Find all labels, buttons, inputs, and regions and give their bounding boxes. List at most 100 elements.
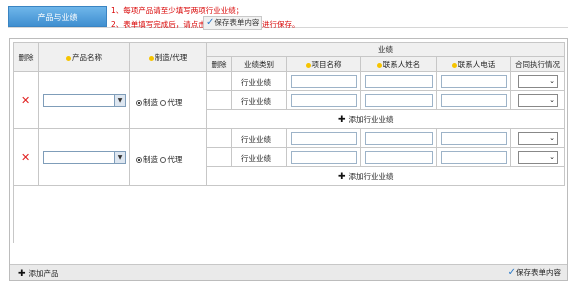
- chevron-down-icon: ▼: [114, 95, 125, 106]
- delete-product-icon[interactable]: ✕: [21, 94, 30, 107]
- project-name-cell: [287, 72, 361, 91]
- contact-phone-cell: [437, 91, 511, 110]
- radio-agent[interactable]: [160, 157, 167, 163]
- header-delete-label: 删除: [18, 53, 34, 62]
- project-name-input[interactable]: [291, 132, 357, 145]
- contract-status-select[interactable]: ⌄: [518, 94, 558, 107]
- project-name-cell: [287, 148, 361, 167]
- plus-icon: ✚: [18, 269, 26, 279]
- radio-mfg[interactable]: [136, 157, 142, 163]
- radio-mfg-label: 制造: [143, 98, 158, 107]
- chevron-down-icon: ▼: [114, 152, 125, 163]
- radio-mfg[interactable]: [136, 100, 142, 106]
- product-name-select[interactable]: ▼: [43, 151, 126, 164]
- contract-status-select[interactable]: ⌄: [518, 132, 558, 145]
- contact-name-cell: [361, 129, 437, 148]
- contact-phone-cell: [437, 72, 511, 91]
- chevron-down-icon: ⌄: [549, 77, 555, 85]
- contact-phone-input[interactable]: [441, 94, 507, 107]
- bulb-icon: [305, 62, 311, 68]
- check-icon: ✓: [507, 267, 516, 278]
- contact-name-input[interactable]: [365, 75, 433, 88]
- contact-name-input[interactable]: [365, 132, 433, 145]
- radio-agent[interactable]: [160, 100, 167, 106]
- panel-footer: ✚ 添加产品 ✓保存表单内容: [10, 264, 567, 280]
- radio-agent-label: 代理: [167, 155, 183, 164]
- chevron-down-icon: ⌄: [549, 153, 555, 161]
- product-name-cell: ▼: [39, 129, 130, 186]
- add-product-button[interactable]: ✚ 添加产品: [18, 268, 59, 279]
- mfg-agent-cell: 制造 代理: [130, 129, 207, 186]
- header-product-name-label: 产品名称: [72, 53, 102, 62]
- header-product-name: 产品名称: [39, 43, 130, 72]
- contract-status-select[interactable]: ⌄: [518, 75, 558, 88]
- plus-icon: ✚: [338, 172, 346, 182]
- project-name-input[interactable]: [291, 151, 357, 164]
- tip-save-label: 保存表单内容: [214, 18, 260, 27]
- header-contact-name-label: 联系人姓名: [382, 60, 421, 69]
- header-contact-phone: 联系人电话: [437, 57, 511, 72]
- bulb-icon: [66, 55, 71, 61]
- perf-category-cell: 行业业绩: [232, 148, 287, 167]
- contact-phone-input[interactable]: [441, 132, 507, 145]
- add-product-label: 添加产品: [28, 269, 59, 278]
- contact-name-cell: [361, 148, 437, 167]
- perf-delete-cell: [207, 91, 232, 110]
- header-delete: 删除: [14, 43, 39, 72]
- perf-category-cell: 行业业绩: [232, 72, 287, 91]
- tip-save-button[interactable]: ✓保存表单内容: [203, 16, 263, 30]
- contact-phone-cell: [437, 148, 511, 167]
- header-perf-delete-label: 删除: [211, 60, 227, 69]
- project-name-input[interactable]: [291, 94, 357, 107]
- project-name-input[interactable]: [291, 75, 357, 88]
- bulb-icon: [148, 55, 154, 61]
- product-row: ✕: [14, 72, 39, 129]
- perf-category-cell: 行业业绩: [232, 91, 287, 110]
- tip-line-1: 1、每项产品请至少填写两项行业业绩；: [111, 6, 244, 15]
- contract-status-cell: ⌄: [511, 129, 565, 148]
- save-form-button[interactable]: ✓保存表单内容: [508, 267, 561, 278]
- header-contact-name: 联系人姓名: [361, 57, 437, 72]
- contact-name-input[interactable]: [365, 94, 433, 107]
- radio-agent-label: 代理: [167, 98, 183, 107]
- add-performance-button[interactable]: ✚ 添加行业业绩: [338, 171, 394, 182]
- save-form-label: 保存表单内容: [516, 268, 561, 277]
- contract-status-select[interactable]: ⌄: [518, 151, 558, 164]
- perf-category: 行业业绩: [241, 78, 271, 87]
- mfg-agent-radios: 制造 代理: [136, 97, 182, 108]
- header-performance: 业绩: [207, 43, 565, 57]
- header-project-name-label: 项目名称: [311, 60, 342, 69]
- perf-category: 行业业绩: [241, 154, 271, 163]
- contact-name-input[interactable]: [365, 151, 433, 164]
- contact-phone-cell: [437, 129, 511, 148]
- tip-line-2-end: 进行保存。: [262, 20, 300, 29]
- delete-product-icon[interactable]: ✕: [21, 151, 30, 164]
- bulb-icon: [451, 62, 457, 68]
- project-name-cell: [287, 129, 361, 148]
- mfg-agent-radios: 制造 代理: [136, 154, 182, 165]
- add-performance-row: ✚ 添加行业业绩: [207, 167, 565, 186]
- mfg-agent-cell: 制造 代理: [130, 72, 207, 129]
- add-performance-label: 添加行业业绩: [348, 115, 394, 124]
- product-name-select[interactable]: ▼: [43, 94, 126, 107]
- top-bar: 产品与业绩 1、每项产品请至少填写两项行业业绩； 2、表单填写完成后，请点击 ✓…: [0, 0, 576, 36]
- bulb-icon: [376, 62, 382, 68]
- contact-name-cell: [361, 91, 437, 110]
- header-project-name: 项目名称: [287, 57, 361, 72]
- contact-phone-input[interactable]: [441, 151, 507, 164]
- tip-line-2: 2、表单填写完成后，请点击: [111, 20, 206, 29]
- header-mfg-agent-label: 制造/代理: [154, 53, 188, 62]
- chevron-down-icon: ⌄: [549, 96, 555, 104]
- add-performance-button[interactable]: ✚ 添加行业业绩: [338, 114, 394, 125]
- chevron-down-icon: ⌄: [549, 134, 555, 142]
- tab-products-performance[interactable]: 产品与业绩: [8, 6, 107, 27]
- perf-delete-cell: [207, 129, 232, 148]
- header-contact-phone-label: 联系人电话: [457, 60, 496, 69]
- product-row: ✕: [14, 129, 39, 186]
- add-performance-label: 添加行业业绩: [348, 172, 394, 181]
- product-name-cell: ▼: [39, 72, 130, 129]
- contact-phone-input[interactable]: [441, 75, 507, 88]
- header-performance-label: 业绩: [378, 45, 393, 54]
- plus-icon: ✚: [338, 115, 346, 125]
- header-perf-delete: 删除: [207, 57, 232, 72]
